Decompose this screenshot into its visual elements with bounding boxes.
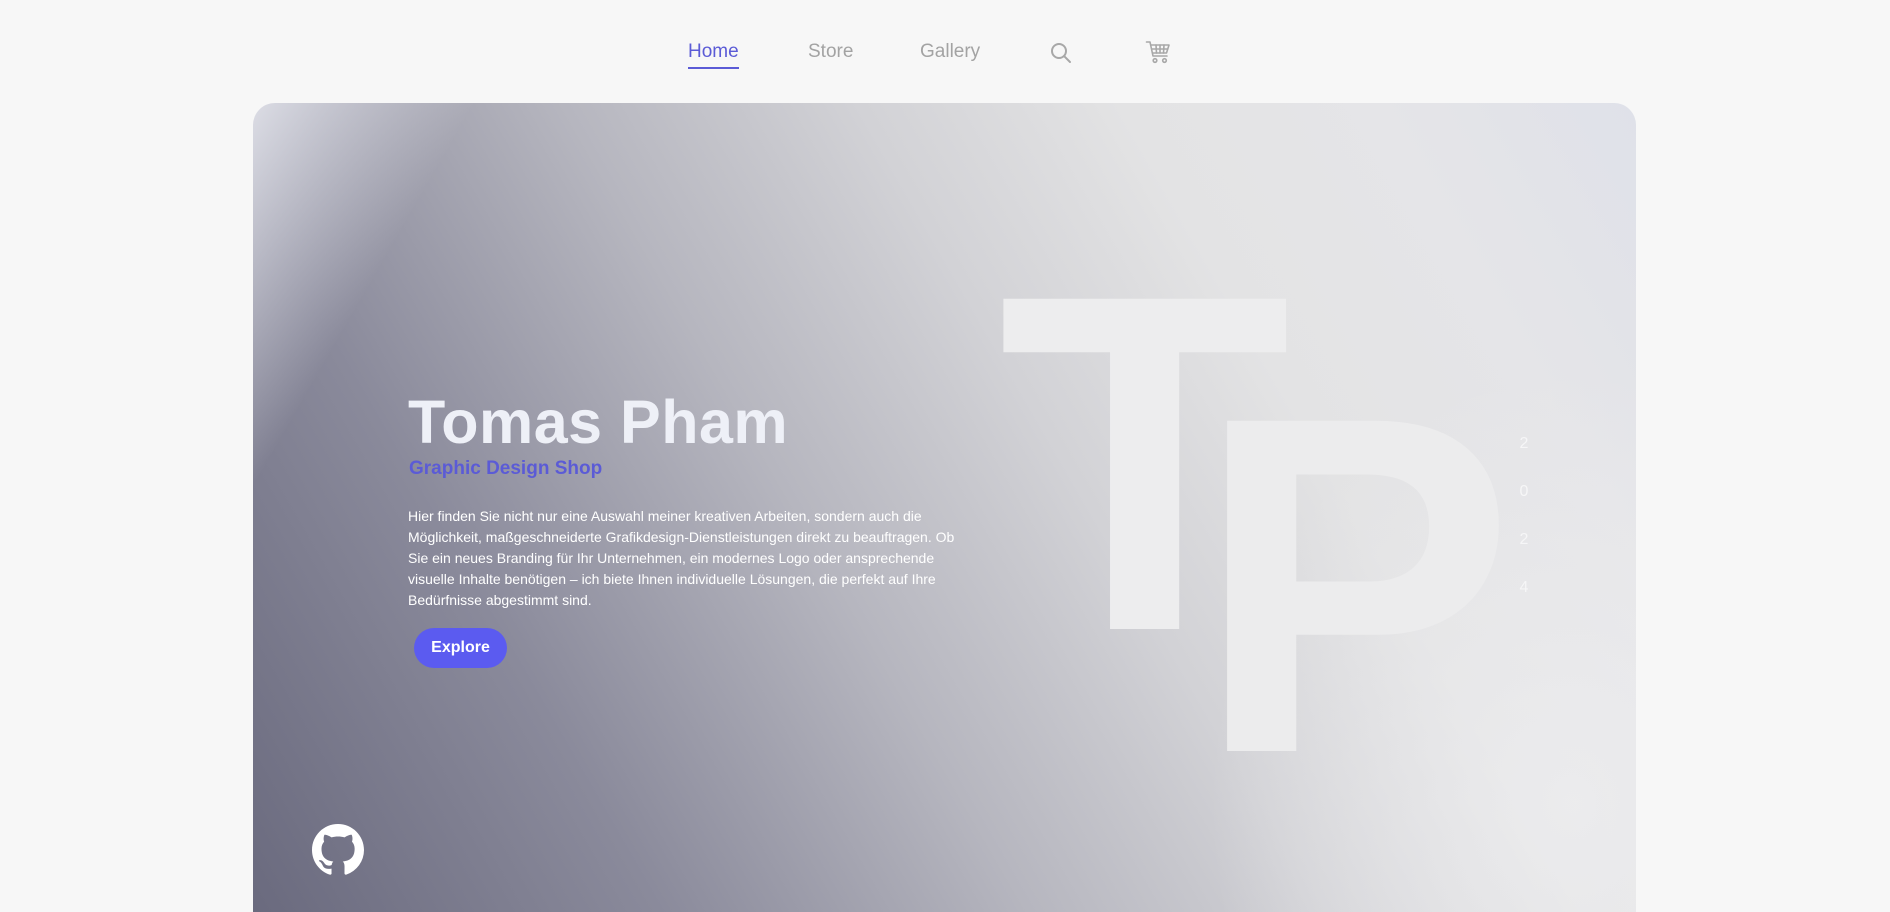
hero-subtitle: Graphic Design Shop	[409, 458, 603, 479]
explore-button[interactable]: Explore	[414, 628, 507, 668]
nav-link-gallery[interactable]: Gallery	[920, 40, 980, 64]
cart-icon[interactable]	[1145, 39, 1171, 65]
nav-link-store[interactable]: Store	[808, 40, 853, 64]
nav-link-home[interactable]: Home	[688, 40, 739, 69]
search-icon[interactable]	[1049, 41, 1073, 65]
top-nav: Home Store Gallery	[0, 0, 1890, 103]
year-digit: 0	[1519, 483, 1529, 500]
year-digit: 4	[1519, 579, 1529, 596]
hero-title: Tomas Pham	[408, 388, 789, 456]
monogram-letter-p: P	[1195, 316, 1516, 853]
hero-description: Hier finden Sie nicht nur eine Auswahl m…	[408, 508, 955, 608]
year-digit: 2	[1519, 531, 1529, 548]
hero-section: T P 2 0 2 4 Tomas Pham Graphic Design Sh…	[253, 103, 1636, 912]
vertical-year: 2 0 2 4	[1514, 434, 1534, 626]
github-icon[interactable]	[312, 824, 364, 876]
year-digit: 2	[1519, 435, 1529, 452]
